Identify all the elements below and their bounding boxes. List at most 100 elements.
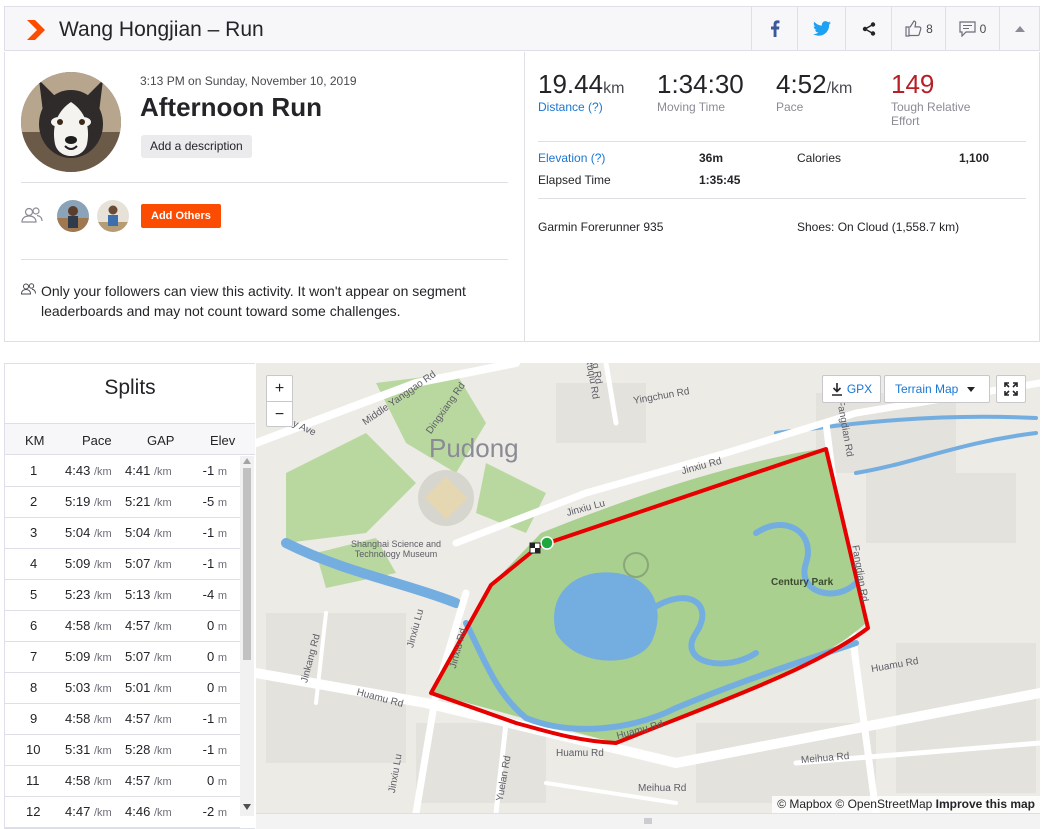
athlete-avatar[interactable] (21, 72, 121, 172)
collapse-button[interactable] (999, 7, 1040, 50)
stat-distance: 19.44km Distance (?) (538, 69, 624, 114)
mapbox-credit-link[interactable]: © Mapbox (777, 797, 832, 811)
split-elev: 0 m (206, 773, 227, 788)
route-map[interactable]: Pudong Shanghai Science and Technology M… (256, 363, 1040, 813)
share-twitter-button[interactable] (797, 7, 845, 50)
osm-credit-link[interactable]: © OpenStreetMap (835, 797, 932, 811)
split-km: 6 (30, 618, 38, 633)
table-row[interactable]: 9 4:58 /km 4:57 /km -1 m (5, 704, 240, 735)
split-gap: 5:13 /km (125, 587, 172, 602)
split-km: 3 (30, 525, 38, 540)
activity-date: 3:13 PM on Sunday, November 10, 2019 (140, 74, 357, 88)
table-row[interactable]: 12 4:47 /km 4:46 /km -2 m (5, 797, 240, 828)
divider (538, 141, 1026, 142)
relative-effort-value: 149 (891, 69, 935, 99)
download-icon (831, 382, 842, 396)
caret-up-icon (1015, 25, 1025, 32)
comment-button[interactable]: 0 (945, 7, 999, 50)
scrollbar-thumb[interactable] (243, 468, 251, 660)
husky-avatar-icon (21, 72, 121, 172)
add-others-button[interactable]: Add Others (141, 204, 221, 228)
split-elev: -1 m (202, 463, 227, 478)
split-elev: 0 m (206, 680, 227, 695)
map-attribution: © Mapbox © OpenStreetMap Improve this ma… (772, 796, 1040, 813)
table-row[interactable]: 2 5:19 /km 5:21 /km -5 m (5, 487, 240, 518)
shoes-info[interactable]: Shoes: On Cloud (1,558.7 km) (797, 220, 959, 234)
split-km: 5 (30, 587, 38, 602)
device-name: Garmin Forerunner 935 (538, 220, 664, 234)
table-row[interactable]: 1 4:43 /km 4:41 /km -1 m (5, 456, 240, 487)
kudos-button[interactable]: 8 (891, 7, 945, 50)
caret-down-icon (967, 386, 976, 392)
calories-label: Calories (797, 151, 842, 165)
group-icon (21, 207, 43, 223)
splits-title: Splits (104, 376, 156, 399)
group-athlete-avatar[interactable] (97, 200, 129, 232)
fullscreen-button[interactable] (996, 375, 1026, 403)
table-row[interactable]: 10 5:31 /km 5:28 /km -1 m (5, 735, 240, 766)
split-km: 9 (30, 711, 38, 726)
table-row[interactable]: 5 5:23 /km 5:13 /km -4 m (5, 580, 240, 611)
calories-value: 1,100 (959, 151, 990, 165)
split-pace: 5:31 /km (65, 742, 112, 757)
table-row[interactable]: 11 4:58 /km 4:57 /km 0 m (5, 766, 240, 797)
split-gap: 4:57 /km (125, 618, 172, 633)
activity-title: Afternoon Run (140, 92, 322, 122)
col-km: KM (25, 433, 45, 448)
table-row[interactable]: 4 5:09 /km 5:07 /km -1 m (5, 549, 240, 580)
map-label: Pudong (429, 433, 519, 463)
page-title: Wang Hongjian – Run (59, 18, 264, 41)
split-pace: 5:09 /km (65, 649, 112, 664)
followers-icon (21, 283, 36, 295)
split-elev: 0 m (206, 649, 227, 664)
elevation-label[interactable]: Elevation (?) (538, 151, 605, 165)
table-row[interactable]: 6 4:58 /km 4:57 /km 0 m (5, 611, 240, 642)
split-gap: 5:07 /km (125, 649, 172, 664)
table-row[interactable]: 7 5:09 /km 5:07 /km 0 m (5, 642, 240, 673)
relative-effort-label-line2: Effort (891, 114, 920, 128)
elapsed-time-value: 1:35:45 (699, 173, 741, 187)
split-pace: 4:58 /km (65, 711, 112, 726)
group-athlete-avatar[interactable] (57, 200, 89, 232)
map-style-label: Terrain Map (895, 382, 959, 396)
comment-count: 0 (979, 21, 987, 36)
share-button[interactable] (845, 7, 891, 50)
map-label: Shanghai Science and Technology Museum (350, 539, 442, 559)
scroll-down-icon[interactable] (243, 804, 251, 810)
activity-summary: 3:13 PM on Sunday, November 10, 2019 Aft… (4, 52, 1040, 342)
split-km: 10 (26, 742, 41, 757)
table-row[interactable]: 8 5:03 /km 5:01 /km 0 m (5, 673, 240, 704)
split-pace: 4:58 /km (65, 618, 112, 633)
zoom-out-button[interactable]: − (267, 402, 292, 427)
split-pace: 4:47 /km (65, 804, 112, 819)
split-pace: 5:19 /km (65, 494, 112, 509)
moving-time-value: 1:34:30 (657, 69, 744, 99)
zoom-in-button[interactable]: + (267, 376, 292, 402)
map-resize-bar[interactable] (256, 813, 1040, 829)
map-style-select[interactable]: Terrain Map (884, 375, 990, 403)
gpx-download-button[interactable]: GPX (822, 375, 881, 403)
col-pace: Pace (82, 433, 112, 448)
split-pace: 5:09 /km (65, 556, 112, 571)
stat-pace: 4:52/km Pace (776, 69, 852, 114)
add-description-button[interactable]: Add a description (141, 135, 252, 158)
athlete-photo-icon (97, 200, 129, 232)
split-elev: -5 m (202, 494, 227, 509)
distance-label[interactable]: Distance (?) (538, 100, 624, 114)
map-label: Meihua Rd (638, 783, 687, 794)
privacy-note: Only your followers can view this activi… (41, 283, 466, 319)
split-km: 11 (26, 773, 40, 788)
activity-header: Wang Hongjian – Run 8 0 (4, 6, 1040, 51)
split-elev: -1 m (202, 525, 227, 540)
share-facebook-button[interactable] (751, 7, 797, 50)
split-pace: 4:43 /km (65, 463, 112, 478)
split-gap: 4:57 /km (125, 711, 172, 726)
table-row[interactable]: 3 5:04 /km 5:04 /km -1 m (5, 518, 240, 549)
expand-icon (1004, 382, 1018, 396)
split-elev: -4 m (202, 587, 227, 602)
splits-header-row: KM Pace GAP Elev (5, 423, 255, 455)
stat-relative-effort[interactable]: 149 Tough Relative Effort (891, 69, 970, 128)
divider (21, 259, 508, 260)
improve-map-link[interactable]: Improve this map (936, 797, 1035, 811)
scroll-up-icon[interactable] (243, 458, 251, 464)
